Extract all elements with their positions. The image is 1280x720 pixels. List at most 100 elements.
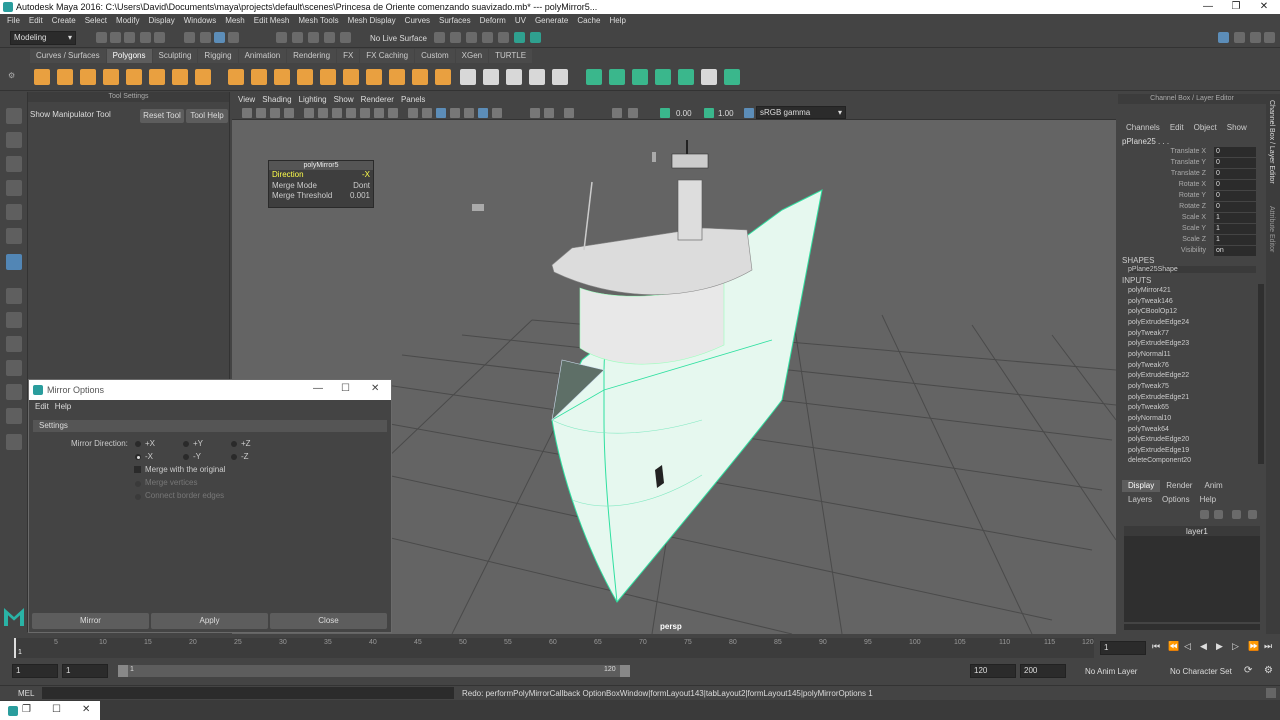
- bevel-icon[interactable]: [435, 69, 451, 85]
- motion-blur-icon[interactable]: [612, 108, 622, 118]
- tab-xgen[interactable]: XGen: [455, 49, 489, 63]
- image-plane-icon[interactable]: [284, 108, 294, 118]
- menu-display[interactable]: Display: [149, 14, 175, 28]
- time-slider[interactable]: 1 5 10 15 20 25 30 35 40 45 50 55 60 65 …: [0, 636, 1280, 660]
- menu-create[interactable]: Create: [52, 14, 76, 28]
- select-mask-icon[interactable]: [228, 32, 239, 43]
- input-node[interactable]: polyCBoolOp12: [1128, 308, 1177, 315]
- new-scene-icon[interactable]: [96, 32, 107, 43]
- append-to-polygon-icon[interactable]: [529, 69, 545, 85]
- menu-mesh[interactable]: Mesh: [225, 14, 245, 28]
- platonic-solid-icon[interactable]: [195, 69, 211, 85]
- ipr-render-icon[interactable]: [466, 32, 477, 43]
- move-tool-icon[interactable]: [6, 180, 22, 196]
- poly-sphere-icon[interactable]: [34, 69, 50, 85]
- channel-menu-channels[interactable]: Channels: [1126, 123, 1160, 132]
- menu-windows[interactable]: Windows: [184, 14, 216, 28]
- input-node[interactable]: polyExtrudeEdge21: [1128, 394, 1189, 401]
- time-slider-track[interactable]: 1 5 10 15 20 25 30 35 40 45 50 55 60 65 …: [14, 638, 1094, 658]
- menu-help[interactable]: Help: [609, 14, 625, 28]
- extract-icon[interactable]: [274, 69, 290, 85]
- dialog-menu-edit[interactable]: Edit: [35, 400, 49, 414]
- wireframe-on-shaded-icon[interactable]: [436, 108, 446, 118]
- select-object-icon[interactable]: [200, 32, 211, 43]
- anti-aliasing-icon[interactable]: [628, 108, 638, 118]
- animation-start-field[interactable]: 1: [12, 664, 58, 678]
- input-node[interactable]: polyNormal10: [1128, 415, 1171, 422]
- direction-minus-z-radio[interactable]: [231, 454, 237, 460]
- input-node[interactable]: polyTweak146: [1128, 298, 1173, 305]
- insert-edge-loop-icon[interactable]: [483, 69, 499, 85]
- toggle-panel-icon[interactable]: [530, 32, 541, 43]
- viewport-menu-panels[interactable]: Panels: [401, 94, 425, 106]
- isolate-select-icon[interactable]: [530, 108, 540, 118]
- poly-disc-icon[interactable]: [172, 69, 188, 85]
- tab-fx-caching[interactable]: FX Caching: [360, 49, 415, 63]
- close-icon[interactable]: ✕: [371, 383, 379, 394]
- smooth-icon[interactable]: [320, 69, 336, 85]
- direction-plus-z-radio[interactable]: [231, 441, 237, 447]
- direction-plus-x-radio[interactable]: [135, 441, 141, 447]
- use-all-lights-icon[interactable]: [464, 108, 474, 118]
- custom-layout-icon[interactable]: [6, 434, 22, 450]
- play-forwards-icon[interactable]: ▶: [1216, 641, 1223, 652]
- channel-menu-edit[interactable]: Edit: [1170, 123, 1184, 132]
- close-icon[interactable]: ✕: [82, 704, 90, 715]
- channel-value[interactable]: 0: [1214, 147, 1256, 157]
- viewport-menu-lighting[interactable]: Lighting: [299, 94, 327, 106]
- layer-menu-layers[interactable]: Layers: [1128, 495, 1152, 504]
- step-back-frame-icon[interactable]: ◁: [1184, 641, 1191, 652]
- connect-border-edges-radio[interactable]: [135, 494, 141, 500]
- tab-rendering[interactable]: Rendering: [287, 49, 337, 63]
- input-node[interactable]: polyTweak76: [1128, 362, 1169, 369]
- new-empty-layer-icon[interactable]: [1232, 510, 1241, 519]
- menu-curves[interactable]: Curves: [405, 14, 430, 28]
- workspace-icon[interactable]: [1218, 32, 1229, 43]
- undo-icon[interactable]: [140, 32, 151, 43]
- render-settings-icon[interactable]: [482, 32, 493, 43]
- resolution-gate-icon[interactable]: [332, 108, 342, 118]
- range-end-handle[interactable]: [620, 665, 630, 677]
- command-input[interactable]: [42, 687, 454, 699]
- tab-render[interactable]: Render: [1160, 480, 1198, 492]
- menu-generate[interactable]: Generate: [535, 14, 568, 28]
- channel-box-scrollbar[interactable]: [1258, 284, 1264, 464]
- safe-action-icon[interactable]: [374, 108, 384, 118]
- uv-layout-icon[interactable]: [724, 69, 740, 85]
- tab-sculpting[interactable]: Sculpting: [152, 49, 198, 63]
- move-layer-up-icon[interactable]: [1200, 510, 1209, 519]
- xray-joints-icon[interactable]: [564, 108, 574, 118]
- shelf-menu-icon[interactable]: ⚙: [8, 71, 16, 83]
- apply-button[interactable]: Apply: [151, 613, 268, 629]
- scene-camera-object[interactable]: [472, 204, 484, 211]
- textured-icon[interactable]: [450, 108, 460, 118]
- exposure-icon[interactable]: [660, 108, 670, 118]
- hud-row-merge-threshold[interactable]: Merge Threshold 0.001: [269, 191, 373, 202]
- menu-edit[interactable]: Edit: [29, 14, 43, 28]
- channel-scale-x[interactable]: Scale X 1: [1118, 213, 1266, 223]
- grid-toggle-icon[interactable]: [304, 108, 314, 118]
- exposure-value[interactable]: 0.00: [676, 109, 692, 118]
- live-surface-label[interactable]: No Live Surface: [370, 34, 427, 43]
- film-gate-icon[interactable]: [318, 108, 328, 118]
- input-node[interactable]: polyTweak65: [1128, 404, 1169, 411]
- ambient-occlusion-icon[interactable]: [492, 108, 502, 118]
- input-node[interactable]: polyNormal11: [1128, 351, 1171, 358]
- anim-layer-selector[interactable]: No Anim Layer: [1085, 667, 1137, 676]
- wireframe-icon[interactable]: [408, 108, 418, 118]
- restore-button[interactable]: ❐: [1222, 0, 1250, 14]
- step-forward-key-icon[interactable]: ⏩: [1248, 641, 1259, 652]
- gate-mask-icon[interactable]: [346, 108, 356, 118]
- rotate-tool-icon[interactable]: [6, 204, 22, 220]
- go-to-start-icon[interactable]: ⏮: [1152, 641, 1160, 652]
- minimize-icon[interactable]: —: [313, 383, 323, 394]
- channel-visibility[interactable]: Visibility on: [1118, 246, 1266, 256]
- menu-uv[interactable]: UV: [515, 14, 526, 28]
- channel-value[interactable]: 1: [1214, 224, 1256, 234]
- offset-edge-loop-icon[interactable]: [506, 69, 522, 85]
- go-to-end-icon[interactable]: ⏭: [1264, 641, 1272, 652]
- menu-modify[interactable]: Modify: [116, 14, 140, 28]
- new-layer-from-selection-icon[interactable]: [1248, 510, 1257, 519]
- channel-box-toggle-icon[interactable]: [1264, 32, 1275, 43]
- bridge-icon[interactable]: [412, 69, 428, 85]
